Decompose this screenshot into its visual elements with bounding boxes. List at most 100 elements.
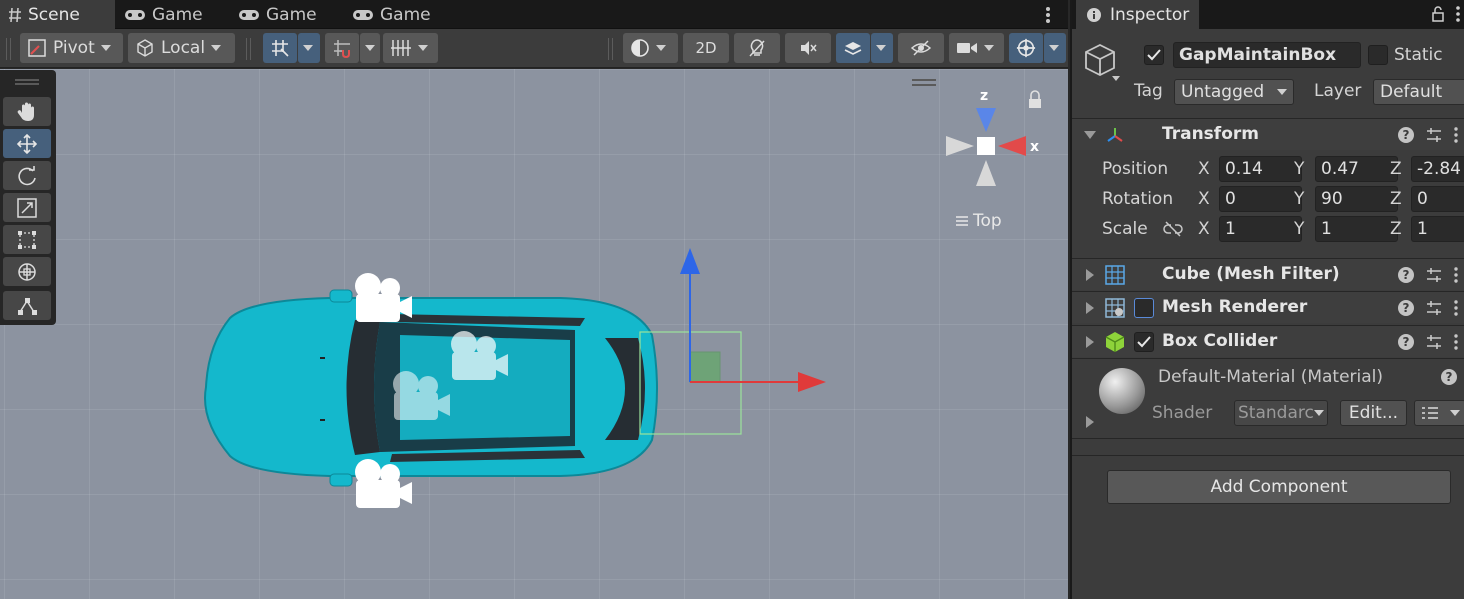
move-gizmo[interactable] [680,248,826,392]
mode-2d-toggle[interactable]: 2D [683,33,729,63]
palette-grip-icon[interactable] [14,78,40,86]
more-options-icon[interactable] [1452,333,1460,351]
scale-tool-button[interactable] [3,193,51,222]
scene-visibility-toggle[interactable] [898,33,944,63]
shader-label: Shader [1152,403,1213,423]
position-z-value: -2.84 [1417,159,1461,179]
rotate-tool-button[interactable] [3,161,51,190]
audio-toggle[interactable] [785,33,831,63]
list-icon [1422,407,1438,419]
effects-menu[interactable] [871,33,893,63]
draw-mode-dropdown[interactable] [623,33,678,63]
chevron-down-icon [100,45,111,51]
gizmos-menu[interactable] [1044,33,1066,63]
camera-settings-dropdown[interactable] [949,33,1004,63]
position-x-field[interactable]: 0.14 [1219,156,1302,182]
gameobject-cube-icon[interactable] [1084,42,1120,84]
scale-z-field[interactable]: 1 [1411,216,1464,242]
tab-inspector[interactable]: Inspector [1076,0,1200,29]
orientation-gizmo[interactable] [946,108,1026,186]
snap-settings-dropdown[interactable] [383,33,438,63]
preset-sliders-icon[interactable] [1426,299,1442,317]
transform-combo-icon [18,262,36,281]
increment-snap-toggle[interactable] [325,33,359,63]
chevron-down-icon [303,45,313,51]
position-z-field[interactable]: -2.84 [1411,156,1464,182]
object-active-checkbox[interactable] [1144,45,1164,65]
grid-snap-menu[interactable] [298,33,320,63]
mesh-grid-icon [1105,265,1125,285]
view-top-toggle[interactable]: Top [955,211,1002,231]
position-y-field[interactable]: 0.47 [1315,156,1398,182]
help-icon[interactable]: ? [1398,127,1414,143]
overlay-grip[interactable] [912,79,936,86]
transform-axes-icon [1107,128,1123,142]
pivot-dropdown[interactable]: Pivot [20,33,123,63]
preset-sliders-icon[interactable] [1426,126,1442,144]
lock-icon[interactable] [1029,90,1041,108]
layers-effects-icon [844,42,862,55]
transform-tool-button[interactable] [3,257,51,286]
material-sphere-preview[interactable] [1099,368,1145,414]
more-options-icon[interactable] [1454,4,1462,24]
mesh-renderer-header[interactable]: Mesh Renderer ? [1072,291,1464,323]
local-dropdown[interactable]: Local [128,33,235,63]
static-checkbox[interactable] [1368,45,1388,65]
increment-snap-menu[interactable] [360,33,380,63]
gamepad-icon [125,9,145,20]
more-options-icon[interactable] [1452,299,1460,317]
hand-icon [17,102,34,121]
gamepad-icon [353,9,373,20]
divider [1072,438,1464,439]
help-icon[interactable]: ? [1398,267,1414,283]
mesh-filter-header[interactable]: Cube (Mesh Filter) ? [1072,258,1464,290]
speaker-mute-icon [801,41,817,55]
gizmos-toggle[interactable] [1009,33,1043,63]
tag-dropdown[interactable]: Untagged [1174,79,1294,105]
chevron-down-icon [365,45,375,51]
help-icon[interactable]: ? [1441,369,1457,385]
preset-sliders-icon[interactable] [1426,266,1442,284]
hand-tool-button[interactable] [3,97,51,126]
unlinked-chain-icon[interactable] [1162,221,1184,237]
toolbar-grip [6,38,11,60]
scale-x-field[interactable]: 1 [1219,216,1302,242]
layer-dropdown[interactable]: Default [1373,79,1464,105]
mesh-renderer-enabled-checkbox[interactable] [1134,298,1154,318]
help-icon[interactable]: ? [1398,334,1414,350]
rotation-y-field[interactable]: 90 [1315,186,1398,212]
box-collider-enabled-checkbox[interactable] [1134,332,1154,352]
object-name-field[interactable]: GapMaintainBox [1173,42,1361,68]
more-options-icon[interactable] [1452,266,1460,284]
transform-header[interactable]: Transform ? [1072,118,1464,150]
foldout-closed-icon[interactable] [1086,416,1094,428]
rect-tool-button[interactable] [3,225,51,254]
foldout-closed-icon [1086,269,1094,281]
tab-game-3[interactable]: Game [344,0,439,29]
grid-snap-toggle[interactable] [263,33,297,63]
move-tool-button[interactable] [3,129,51,158]
scale-y-field[interactable]: 1 [1315,216,1398,242]
material-list-dropdown[interactable] [1414,400,1464,426]
custom-tool-button[interactable] [3,291,51,320]
rotation-x-field[interactable]: 0 [1219,186,1302,212]
tab-game-1[interactable]: Game [116,0,211,29]
box-collider-icon [1105,332,1125,352]
more-options-icon[interactable] [1452,126,1460,144]
rotation-label: Rotation [1102,189,1174,209]
lock-icon[interactable] [1431,5,1445,23]
help-icon[interactable]: ? [1398,300,1414,316]
tab-game-2[interactable]: Game [230,0,325,29]
rotation-z-field[interactable]: 0 [1411,186,1464,212]
tab-scene[interactable]: Scene [0,0,115,29]
more-options-icon[interactable] [1040,4,1056,26]
shader-dropdown[interactable]: Standarc [1234,400,1328,426]
shader-edit-button[interactable]: Edit... [1340,400,1407,426]
lighting-toggle[interactable] [734,33,780,63]
effects-toggle[interactable] [836,33,870,63]
pivot-label: Pivot [53,38,95,58]
position-x-value: 0.14 [1225,159,1263,179]
preset-sliders-icon[interactable] [1426,333,1442,351]
add-component-button[interactable]: Add Component [1107,470,1451,504]
box-collider-header[interactable]: Box Collider ? [1072,325,1464,357]
